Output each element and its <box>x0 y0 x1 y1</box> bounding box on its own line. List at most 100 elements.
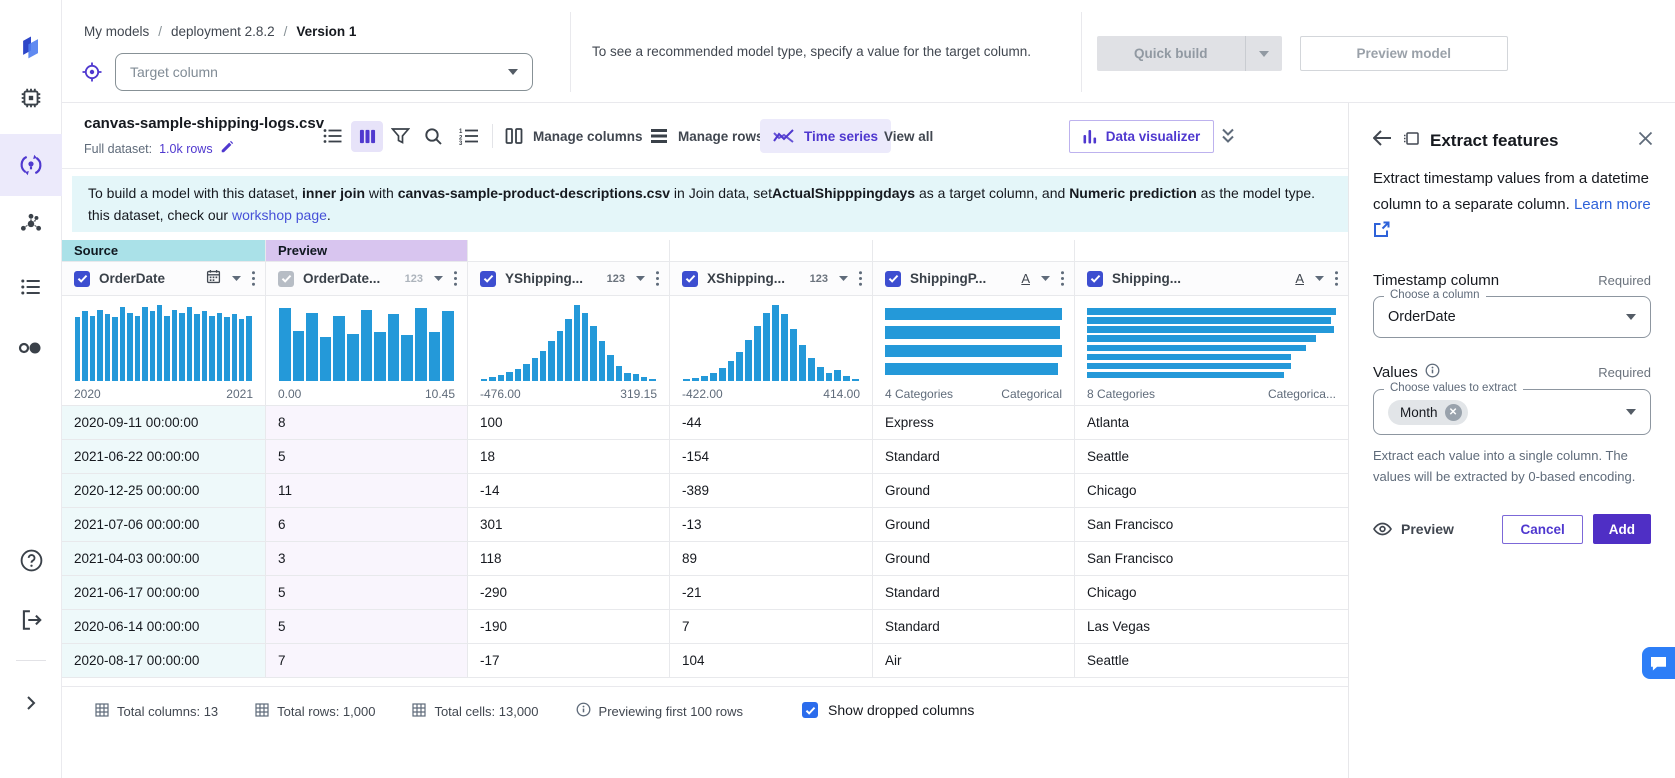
data-visualizer-button[interactable]: Data visualizer <box>1069 120 1214 153</box>
list-icon[interactable] <box>0 256 62 318</box>
search-icon[interactable] <box>424 103 443 169</box>
column-menu-icon[interactable] <box>1335 271 1338 286</box>
manage-columns-button[interactable]: Manage columns <box>505 103 643 169</box>
edit-pencil-icon[interactable] <box>220 140 234 157</box>
column-menu-icon[interactable] <box>859 271 862 286</box>
column-select-value: OrderDate <box>1388 309 1456 325</box>
close-icon[interactable] <box>1638 131 1653 151</box>
rows-count-link[interactable]: 1.0k rows <box>159 142 213 156</box>
histogram <box>682 305 860 381</box>
column-menu-icon[interactable] <box>252 271 255 286</box>
cancel-button[interactable]: Cancel <box>1502 515 1582 544</box>
time-series-button[interactable]: Time series <box>760 119 891 153</box>
column-checkbox[interactable] <box>278 271 294 287</box>
histogram-bar <box>202 311 207 381</box>
table-cell: 5 <box>265 576 467 610</box>
values-select[interactable]: Choose values to extract Month✕ <box>1373 389 1651 435</box>
grid-icon <box>255 703 269 720</box>
column-checkbox[interactable] <box>682 271 698 287</box>
column-menu-icon[interactable] <box>454 271 457 286</box>
automations-molecule-icon[interactable] <box>0 194 62 256</box>
models-icon[interactable] <box>0 134 62 196</box>
column-view-icon-active[interactable] <box>351 103 383 169</box>
breadcrumb-item[interactable]: deployment 2.8.2 <box>171 24 275 39</box>
target-column-select[interactable]: Target column <box>115 53 533 91</box>
preview-toggle[interactable]: Preview <box>1373 521 1454 537</box>
table-cell: Las Vegas <box>1074 610 1348 644</box>
histogram-bar <box>826 373 833 381</box>
breadcrumb[interactable]: My models/deployment 2.8.2/Version 1 <box>84 24 356 39</box>
source-band-label: Source <box>62 240 265 262</box>
logout-icon[interactable] <box>0 589 62 651</box>
category-bar <box>1087 326 1334 333</box>
panel-header: Extract features <box>1373 130 1653 151</box>
dataset-subtitle: Full dataset: 1.0k rows <box>84 140 234 157</box>
footer-stat: Total cells: 13,000 <box>412 702 538 720</box>
chevron-down-icon[interactable] <box>434 276 443 281</box>
table-cell: -190 <box>467 610 669 644</box>
work-area: canvas-sample-shipping-logs.csv Full dat… <box>62 103 1348 778</box>
column-menu-icon[interactable] <box>1061 271 1064 286</box>
show-dropped-checkbox[interactable] <box>802 702 818 718</box>
chevron-down-icon[interactable] <box>839 276 848 281</box>
table-cell: 2021-04-03 00:00:00 <box>62 542 265 576</box>
column-menu-icon[interactable] <box>656 271 659 286</box>
chevron-down-icon[interactable] <box>1315 276 1324 281</box>
numbered-list-icon[interactable]: 123 <box>459 103 479 169</box>
show-dropped-columns-toggle[interactable]: Show dropped columns <box>802 702 974 718</box>
chip-remove-icon[interactable]: ✕ <box>1445 404 1462 421</box>
quick-build-caret[interactable] <box>1245 36 1282 71</box>
column-name: YShipping... <box>505 271 583 286</box>
column-name: Shipping... <box>1112 271 1181 286</box>
column-checkbox[interactable] <box>1087 271 1103 287</box>
table-cell: Air <box>872 644 1074 678</box>
histogram-bar <box>127 313 132 381</box>
add-button[interactable]: Add <box>1593 514 1651 544</box>
banner-line-2: this dataset, check our workshop page. <box>88 204 1332 226</box>
column-checkbox[interactable] <box>74 271 90 287</box>
chat-widget-icon[interactable] <box>1642 647 1675 679</box>
breadcrumb-item[interactable]: My models <box>84 24 149 39</box>
datasets-chip-icon[interactable] <box>0 67 62 129</box>
learn-more-link[interactable]: Learn more <box>1574 196 1651 213</box>
chevron-down-icon[interactable] <box>636 276 645 281</box>
histogram-bar <box>565 319 571 381</box>
column-type-icon: A <box>1021 271 1030 286</box>
filter-icon[interactable] <box>391 103 410 169</box>
histogram-bar <box>120 307 125 381</box>
table-cell: 2020-06-14 00:00:00 <box>62 610 265 644</box>
chevron-down-icon[interactable] <box>232 276 241 281</box>
histogram-bar <box>320 337 332 381</box>
quick-build-button[interactable]: Quick build <box>1097 36 1245 71</box>
view-all-button[interactable]: View all <box>884 103 933 169</box>
content: canvas-sample-shipping-logs.csv Full dat… <box>62 103 1675 778</box>
back-arrow-icon[interactable] <box>1373 130 1392 151</box>
chevron-down-icon <box>508 69 518 75</box>
histogram-bar <box>633 374 639 381</box>
table-cell: Ground <box>872 542 1074 576</box>
category-bar <box>1087 308 1336 315</box>
column-header-controls: A <box>1295 271 1338 286</box>
chevron-down-icon[interactable] <box>1041 276 1050 281</box>
manage-rows-button[interactable]: Manage rows <box>650 103 764 169</box>
column-checkbox[interactable] <box>480 271 496 287</box>
info-icon <box>1425 363 1440 382</box>
histogram-range: -476.00319.15 <box>480 387 657 401</box>
target-hint-text: To see a recommended model type, specify… <box>592 0 1062 103</box>
workshop-page-link[interactable]: workshop page <box>232 207 327 223</box>
column-checkbox[interactable] <box>885 271 901 287</box>
histogram-bar <box>599 341 605 381</box>
breadcrumb-item[interactable]: Version 1 <box>296 24 356 39</box>
range-max: 2021 <box>226 387 253 401</box>
histogram-bar <box>442 311 454 381</box>
histogram-bar <box>763 313 770 381</box>
external-link-icon[interactable] <box>1373 221 1390 247</box>
preview-model-button[interactable]: Preview model <box>1300 36 1509 71</box>
expand-sidebar-icon[interactable] <box>0 672 62 734</box>
collapse-toolbar-icon[interactable] <box>1220 127 1236 149</box>
compare-circles-icon[interactable] <box>0 317 62 379</box>
help-icon[interactable] <box>0 529 62 591</box>
histogram-bar <box>649 379 655 381</box>
row-view-icon[interactable] <box>323 103 343 169</box>
timestamp-column-select[interactable]: Choose a column OrderDate <box>1373 296 1651 338</box>
